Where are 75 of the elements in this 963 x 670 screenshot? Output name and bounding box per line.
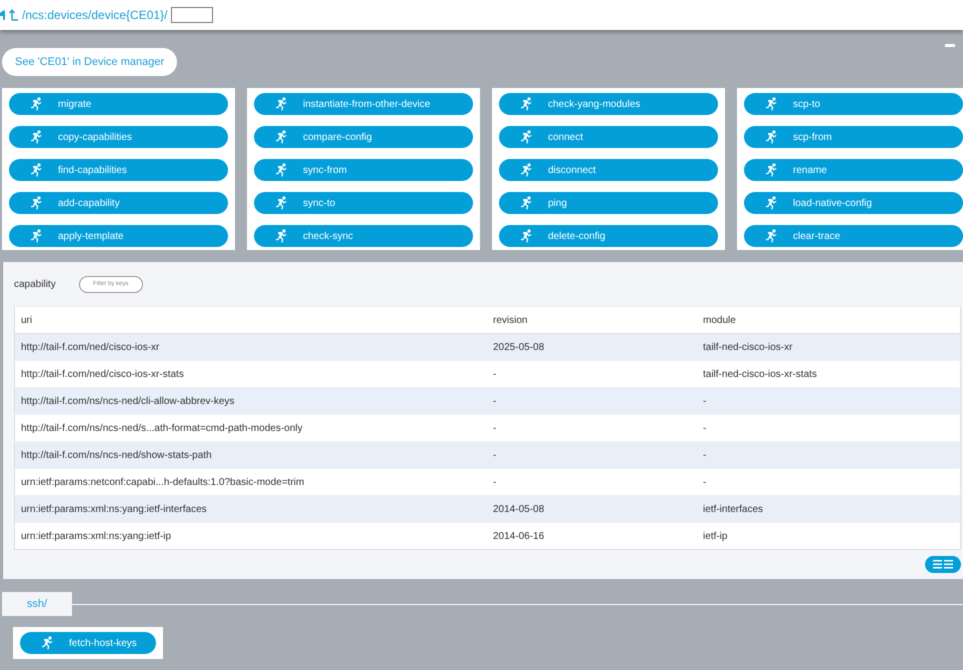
device-manager-button[interactable]: See 'CE01' in Device manager bbox=[2, 48, 178, 76]
runner-icon bbox=[31, 196, 42, 210]
table-cell: http://tail-f.com/ns/ncs-ned/s...ath-format=cmd-path-modes-only bbox=[14, 414, 487, 442]
table-cell: http://tail-f.com/ned/cisco-ios-xr-stats bbox=[14, 360, 487, 388]
runner-icon bbox=[766, 163, 777, 177]
table-cell: tailf-ned-cisco-ios-xr-stats bbox=[697, 360, 960, 388]
action-button[interactable]: add-capability bbox=[9, 192, 228, 214]
runner-icon bbox=[31, 229, 42, 243]
table-cell: ietf-interfaces bbox=[697, 496, 960, 522]
runner-icon bbox=[521, 229, 532, 243]
runner-icon bbox=[521, 130, 532, 144]
runner-icon bbox=[521, 97, 532, 111]
table-cell: - bbox=[697, 468, 960, 496]
breadcrumb-link[interactable]: /ncs:devices/device{CE01}/ bbox=[22, 8, 168, 22]
action-button[interactable]: sync-to bbox=[254, 192, 473, 214]
table-cell: urn:ietf:params:netconf:capabi...h-defaults:1.0?basic-mode=trim bbox=[14, 468, 487, 496]
table-cell: 2014-06-16 bbox=[487, 522, 697, 550]
table-cell: http://tail-f.com/ns/ncs-ned/cli-allow-abbrev-keys bbox=[14, 388, 487, 414]
runner-icon bbox=[31, 130, 42, 144]
table-cell: - bbox=[697, 388, 960, 414]
path-input[interactable] bbox=[171, 7, 214, 23]
action-button[interactable]: disconnect bbox=[499, 159, 718, 181]
action-button[interactable]: scp-to bbox=[744, 93, 963, 115]
list-icon bbox=[933, 560, 953, 569]
table-cell: urn:ietf:params:xml:ns:yang:ietf-ip bbox=[14, 522, 487, 550]
runner-icon bbox=[31, 97, 42, 111]
table-cell: http://tail-f.com/ned/cisco-ios-xr bbox=[14, 334, 487, 360]
action-button[interactable]: ping bbox=[499, 192, 718, 214]
action-button[interactable]: load-native-config bbox=[744, 192, 963, 214]
action-button[interactable]: apply-template bbox=[9, 225, 228, 247]
home-icon[interactable] bbox=[0, 10, 5, 20]
runner-icon bbox=[42, 636, 53, 650]
runner-icon bbox=[766, 229, 777, 243]
table-cell: - bbox=[487, 360, 697, 388]
runner-icon bbox=[766, 97, 777, 111]
table-cell: - bbox=[697, 414, 960, 442]
action-button[interactable]: connect bbox=[499, 126, 718, 148]
action-button[interactable]: migrate bbox=[9, 93, 228, 115]
action-button[interactable]: fetch-host-keys bbox=[20, 632, 156, 654]
view-toggle-button[interactable] bbox=[925, 556, 961, 573]
action-button[interactable]: check-yang-modules bbox=[499, 93, 718, 115]
table-cell: 2025-05-08 bbox=[487, 334, 697, 360]
table-cell: - bbox=[487, 442, 697, 468]
action-button[interactable]: instantiate-from-other-device bbox=[254, 93, 473, 115]
action-button[interactable]: delete-config bbox=[499, 225, 718, 247]
runner-icon bbox=[276, 163, 287, 177]
table-cell: tailf-ned-cisco-ios-xr bbox=[697, 334, 960, 360]
table-cell: urn:ietf:params:xml:ns:yang:ietf-interfaces bbox=[14, 496, 487, 522]
table-cell: - bbox=[697, 442, 960, 468]
action-button[interactable]: compare-config bbox=[254, 126, 473, 148]
section-tab[interactable]: ssh/ bbox=[2, 592, 72, 616]
table-cell: http://tail-f.com/ns/ncs-ned/show-stats-path bbox=[14, 442, 487, 468]
runner-icon bbox=[766, 196, 777, 210]
section-title: capability bbox=[14, 278, 56, 290]
runner-icon bbox=[276, 196, 287, 210]
runner-icon bbox=[521, 163, 532, 177]
action-button[interactable]: clear-trace bbox=[744, 225, 963, 247]
runner-icon bbox=[276, 229, 287, 243]
table-cell: - bbox=[487, 388, 697, 414]
action-button[interactable]: copy-capabilities bbox=[9, 126, 228, 148]
runner-icon bbox=[521, 196, 532, 210]
runner-icon bbox=[766, 130, 777, 144]
table-cell: 2014-05-08 bbox=[487, 496, 697, 522]
table-cell: - bbox=[487, 414, 697, 442]
up-arrow-icon[interactable] bbox=[9, 9, 18, 21]
table-cell: - bbox=[487, 468, 697, 496]
table-cell: ietf-ip bbox=[697, 522, 960, 550]
action-button[interactable]: find-capabilities bbox=[9, 159, 228, 181]
runner-icon bbox=[31, 163, 42, 177]
action-button[interactable]: check-sync bbox=[254, 225, 473, 247]
action-button[interactable]: scp-from bbox=[744, 126, 963, 148]
action-button[interactable]: sync-from bbox=[254, 159, 473, 181]
action-button[interactable]: rename bbox=[744, 159, 963, 181]
runner-icon bbox=[276, 130, 287, 144]
runner-icon bbox=[276, 97, 287, 111]
